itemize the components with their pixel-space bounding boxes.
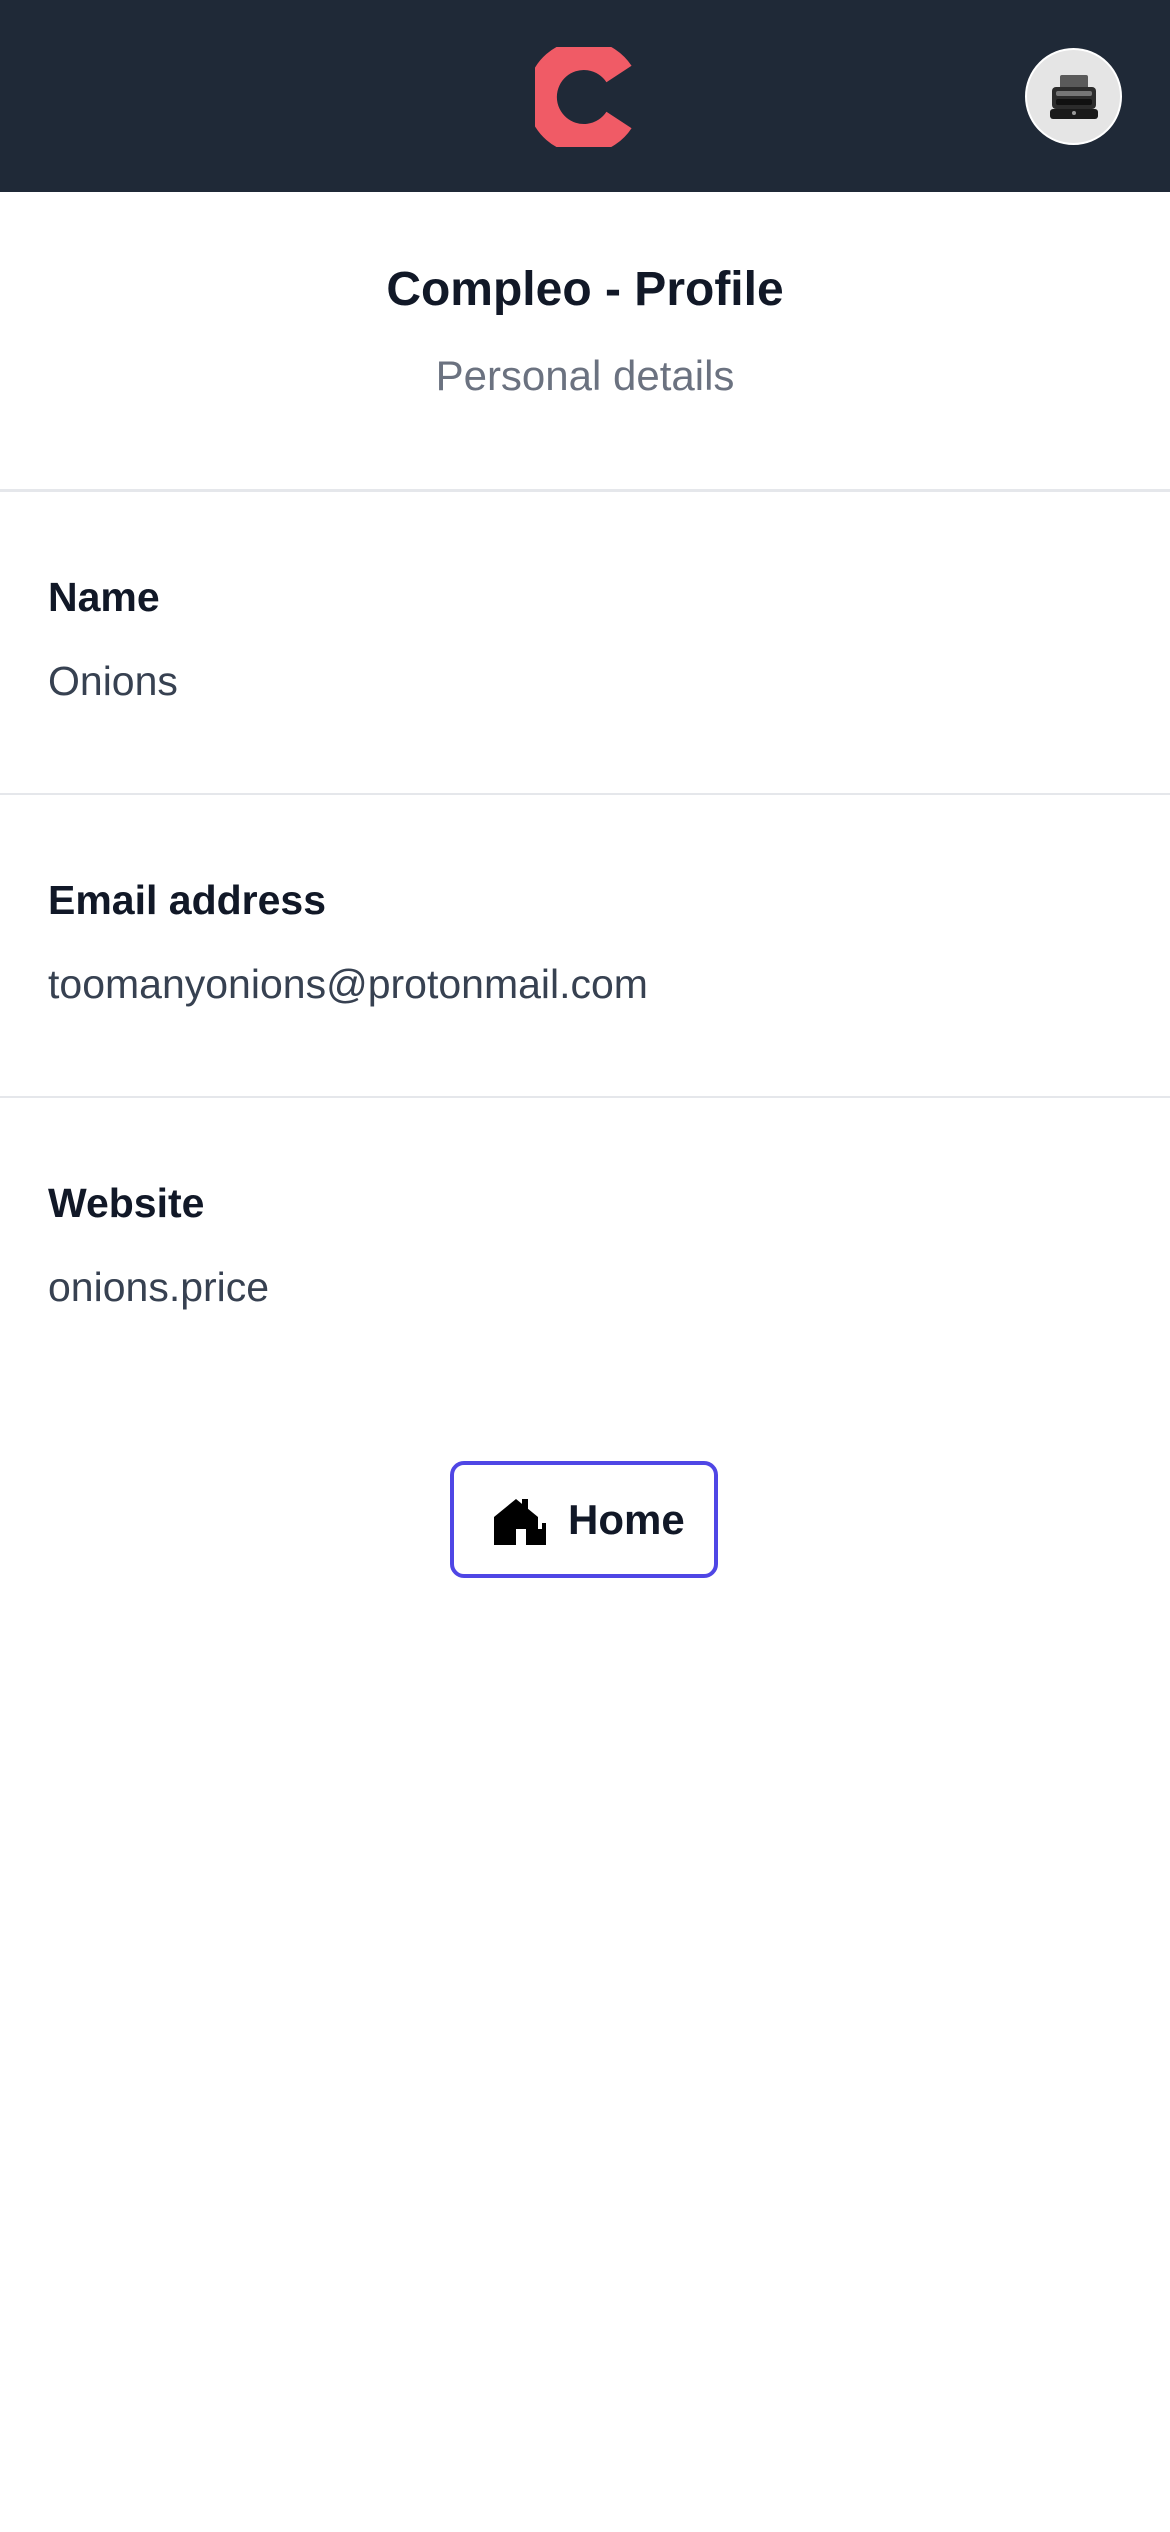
field-label: Email address <box>48 877 327 923</box>
top-nav-bar <box>0 0 1170 192</box>
page-subtitle: Personal details <box>435 352 735 399</box>
website-field: Website onions.price <box>0 1098 1170 1401</box>
home-button[interactable]: Home <box>450 1461 718 1578</box>
house-icon <box>492 1495 548 1545</box>
name-field: Name Onions <box>0 492 1170 795</box>
home-label: Home <box>568 1495 685 1543</box>
field-label: Name <box>48 574 160 620</box>
field-value: Onions <box>48 658 178 704</box>
field-value: onions.price <box>48 1264 270 1310</box>
field-label: Website <box>48 1180 205 1226</box>
page-title: Compleo - Profile <box>386 263 784 316</box>
profile-header: Compleo - Profile Personal details <box>0 192 1170 492</box>
user-avatar[interactable] <box>1025 48 1122 145</box>
typewriter-icon <box>1049 74 1098 119</box>
compleo-logo-icon[interactable] <box>526 40 635 154</box>
field-value: toomanyonions@protonmail.com <box>48 961 648 1007</box>
email-field: Email address toomanyonions@protonmail.c… <box>0 795 1170 1098</box>
